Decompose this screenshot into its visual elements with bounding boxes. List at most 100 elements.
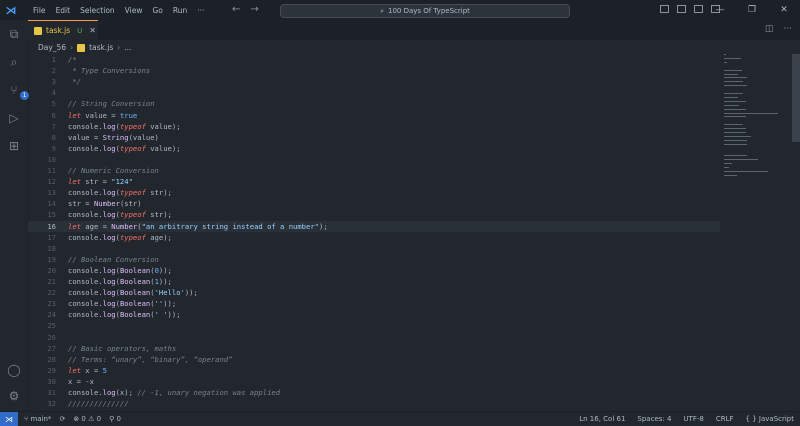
remote-indicator-icon[interactable]: ⋊ (0, 412, 18, 426)
code-line[interactable]: 22 console.log(Boolean('Hello')); (28, 287, 720, 298)
code-token: typeof (119, 232, 146, 242)
code-editor[interactable]: 1/* 2 * Type Conversions 3 */4 5// String C… (28, 54, 788, 411)
code-text: console.log(typeof str); (68, 188, 172, 197)
code-line[interactable]: 23 console.log(Boolean('')); (28, 298, 720, 309)
code-line[interactable]: 6 let value = true (28, 110, 720, 121)
code-line[interactable]: 17 console.log(typeof age); (28, 232, 720, 243)
code-line[interactable]: 10 (28, 154, 720, 165)
minimap-line (724, 57, 742, 59)
toggle-panel-icon[interactable] (677, 5, 686, 13)
command-center-search[interactable]: ⌕ 100 Days Of TypeScript (280, 4, 570, 18)
code-line[interactable]: 21 console.log(Boolean(1)); (28, 276, 720, 287)
menu-bar: File Edit Selection View Go Run ··· (28, 6, 209, 15)
forward-arrow-icon[interactable]: → (250, 4, 258, 15)
back-arrow-icon[interactable]: ← (232, 4, 240, 15)
code-line[interactable]: 5 // String Conversion (28, 98, 720, 109)
code-line[interactable]: 12 let str = "124" (28, 176, 720, 187)
breadcrumb-folder[interactable]: Day_56 (38, 43, 66, 52)
code-line[interactable]: 25 (28, 320, 720, 331)
code-line[interactable]: 8 value = String(value) (28, 132, 720, 143)
code-line[interactable]: 28 // Terms: “unary”, “binary”, “operand” (28, 354, 720, 365)
split-editor-icon[interactable]: ◫ (765, 24, 774, 34)
source-control-icon[interactable]: ⑂ 1 (6, 82, 29, 100)
code-line[interactable]: 3 */ (28, 76, 720, 87)
indentation[interactable]: Spaces: 4 (637, 415, 671, 423)
ports-indicator[interactable]: ⚲ 0 (109, 415, 121, 423)
close-window-icon[interactable]: ✕ (768, 0, 800, 20)
menu-selection[interactable]: Selection (75, 6, 120, 15)
code-line[interactable]: 14 str = Number(str) (28, 198, 720, 209)
toggle-secondary-sidebar-icon[interactable] (694, 5, 703, 13)
code-line[interactable]: 18 (28, 243, 720, 254)
code-line[interactable]: 20 console.log(Boolean(0)); (28, 265, 720, 276)
code-line[interactable]: 11 // Numeric Conversion (28, 165, 720, 176)
menu-go[interactable]: Go (147, 6, 167, 15)
code-text: // String Conversion (68, 99, 155, 108)
editor-scrollbar[interactable] (792, 54, 800, 142)
tab-close-icon[interactable]: ✕ (89, 26, 96, 35)
language-mode[interactable]: { } JavaScript (746, 415, 794, 423)
javascript-file-icon (34, 26, 42, 35)
code-line[interactable]: 29 let x = 5 (28, 365, 720, 376)
search-view-icon[interactable]: ⌕ (6, 54, 22, 70)
code-line[interactable]: 31 console.log(x); // -1, unary negation … (28, 387, 720, 398)
code-line[interactable]: 9 console.log(typeof value); (28, 143, 720, 154)
line-number: 26 (47, 332, 56, 342)
code-token: let (68, 177, 81, 187)
more-actions-icon[interactable]: ··· (783, 24, 792, 34)
cursor-position[interactable]: Ln 16, Col 61 (579, 415, 625, 423)
code-text: value = String(value) (68, 133, 159, 142)
code-line[interactable]: 16 let age = Number("an arbitrary string … (28, 220, 720, 232)
run-debug-icon[interactable]: ▷ (6, 110, 22, 126)
explorer-icon[interactable]: ⧉ (6, 26, 22, 42)
settings-gear-icon[interactable]: ⚙ (6, 388, 22, 404)
minimap[interactable] (724, 54, 784, 184)
search-text: 100 Days Of TypeScript (388, 7, 470, 15)
code-line[interactable]: 30 x = -x (28, 376, 720, 387)
code-line[interactable]: 27 // Basic operators, maths (28, 343, 720, 354)
title-bar: ⋊ File Edit Selection View Go Run ··· ← … (0, 0, 800, 20)
extensions-icon[interactable]: ⊞ (6, 138, 22, 154)
account-icon[interactable]: ◯ (6, 362, 22, 378)
code-token: Boolean (119, 265, 151, 275)
encoding[interactable]: UTF-8 (683, 415, 703, 423)
code-line[interactable]: 26 (28, 332, 720, 343)
code-token: console (68, 143, 99, 153)
code-text: x = -x (68, 377, 94, 386)
code-line[interactable]: 13 console.log(typeof str); (28, 187, 720, 198)
code-line[interactable]: 19 // Boolean Conversion (28, 254, 720, 265)
menu-more[interactable]: ··· (192, 6, 209, 15)
menu-run[interactable]: Run (168, 6, 192, 15)
breadcrumb-file[interactable]: task.js (89, 43, 113, 52)
line-endings[interactable]: CRLF (716, 415, 734, 423)
code-text: // Boolean Conversion (68, 255, 159, 264)
code-line[interactable]: 1 /* (28, 54, 720, 65)
code-line[interactable]: 32 ////////////// (28, 398, 720, 409)
problems-indicator[interactable]: ⊗ 0 ⚠ 0 (73, 415, 101, 423)
tab-task-js[interactable]: task.js U ✕ (28, 20, 98, 40)
code-line[interactable]: 24 console.log(Boolean(' ')); (28, 309, 720, 320)
minimap-line (724, 174, 737, 176)
menu-file[interactable]: File (28, 6, 51, 15)
menu-view[interactable]: View (120, 6, 148, 15)
line-number: 27 (47, 343, 56, 353)
code-line[interactable]: 15 console.log(typeof str); (28, 209, 720, 220)
minimize-icon[interactable]: — (704, 0, 736, 20)
ports-count: 0 (116, 415, 121, 423)
branch-indicator[interactable]: ⑂ main* (24, 415, 51, 423)
code-token: console (68, 265, 99, 275)
restore-icon[interactable]: ❐ (736, 0, 768, 20)
menu-edit[interactable]: Edit (51, 6, 76, 15)
code-line[interactable]: 2 * Type Conversions (28, 65, 720, 76)
code-line[interactable]: 7 console.log(typeof value); (28, 121, 720, 132)
toggle-sidebar-icon[interactable] (660, 5, 669, 13)
minimap-line (724, 135, 751, 137)
sync-icon[interactable]: ⟳ (59, 415, 65, 423)
code-token: log (102, 277, 116, 286)
code-text: * Type Conversions (68, 66, 150, 75)
breadcrumb-more[interactable]: ... (124, 43, 131, 52)
code-line[interactable]: 4 (28, 87, 720, 98)
line-number: 7 (51, 121, 56, 131)
code-token: true (119, 110, 138, 120)
warning-count: 0 (96, 415, 102, 423)
